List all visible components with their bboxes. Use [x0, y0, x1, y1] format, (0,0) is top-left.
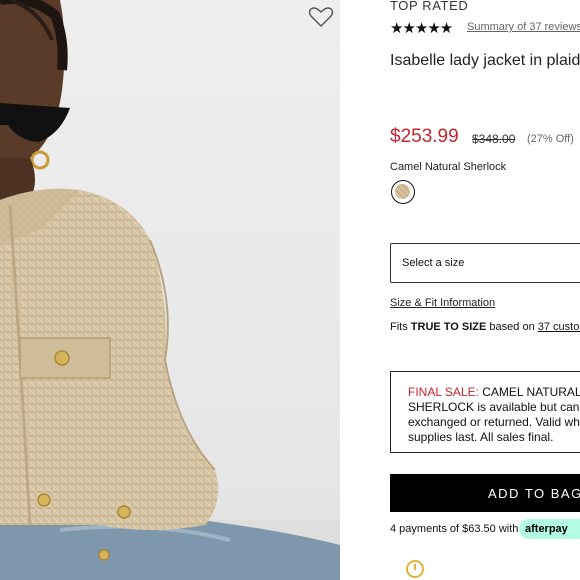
top-rated-badge: TOP RATED — [390, 0, 469, 13]
product-details-panel: TOP RATED ★★★★★ Summary of 37 reviews Is… — [340, 0, 580, 580]
fit-prefix: Fits — [390, 321, 411, 333]
fit-summary: Fits TRUE TO SIZE based on 37 customers — [390, 321, 580, 333]
reviews-summary-link[interactable]: Summary of 37 reviews — [467, 21, 580, 33]
product-image — [0, 0, 340, 580]
clock-icon — [406, 560, 424, 578]
final-sale-text: FINAL SALE: CAMEL NATURAL SHERLOCK is av… — [408, 385, 580, 445]
size-fit-info-link[interactable]: Size & Fit Information — [390, 297, 495, 309]
final-sale-label: FINAL SALE: — [408, 385, 479, 399]
fit-middle: based on — [486, 321, 538, 333]
rating-stars-icon: ★★★★★ — [390, 20, 453, 37]
size-select-dropdown[interactable]: Select a size — [390, 243, 580, 283]
final-sale-notice: FINAL SALE: CAMEL NATURAL SHERLOCK is av… — [390, 371, 580, 453]
product-title: Isabelle lady jacket in plaid wool — [390, 52, 580, 69]
color-swatch-camel[interactable] — [391, 180, 415, 204]
original-price: $348.00 — [472, 132, 516, 146]
afterpay-logo-badge[interactable]: afterpay — [519, 519, 580, 539]
color-name-label: Camel Natural Sherlock — [390, 161, 507, 173]
add-to-bag-button[interactable]: ADD TO BAG — [390, 474, 580, 512]
fit-customers-link[interactable]: 37 customers — [538, 321, 580, 333]
installments-text: 4 payments of $63.50 with — [390, 523, 519, 535]
fit-true-to-size: TRUE TO SIZE — [410, 321, 487, 333]
discount-percent: (27% Off) — [527, 133, 574, 145]
sale-price: $253.99 — [390, 126, 459, 147]
swatch-fill — [395, 184, 410, 199]
model-photo-illustration — [0, 0, 340, 580]
wishlist-heart-icon[interactable] — [308, 6, 334, 28]
